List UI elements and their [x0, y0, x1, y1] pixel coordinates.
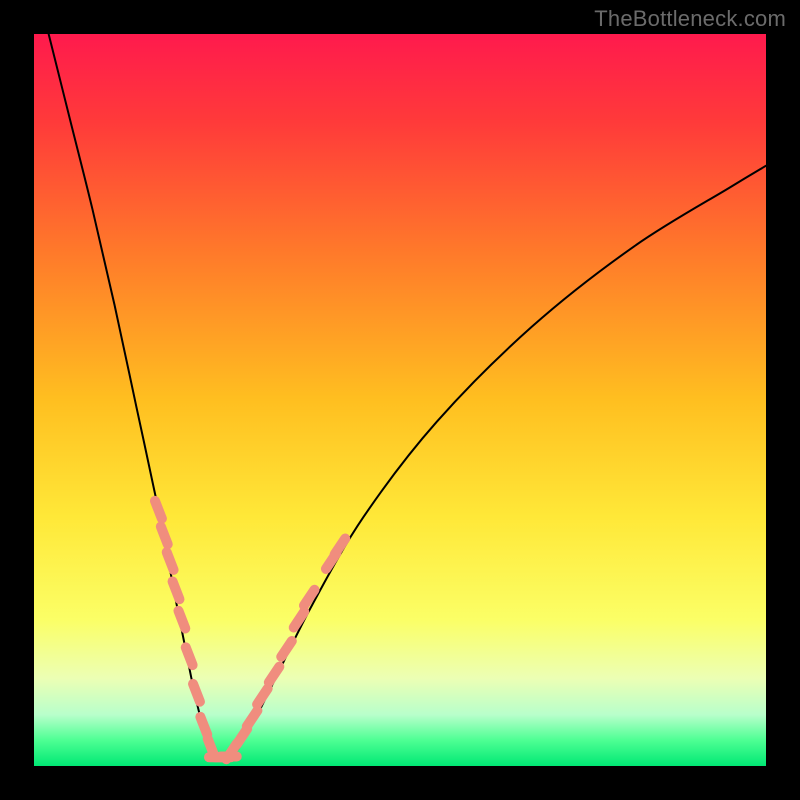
curve-marker	[237, 729, 248, 745]
watermark-text: TheBottleneck.com	[594, 6, 786, 32]
marker-cluster-right	[226, 538, 345, 759]
curve-marker	[186, 647, 193, 665]
marker-cluster-left	[155, 501, 215, 757]
curve-marker	[257, 689, 268, 705]
curve-marker	[269, 667, 280, 683]
curve-layer	[34, 34, 766, 766]
bottleneck-curve	[49, 34, 766, 760]
plot-area	[34, 34, 766, 766]
curve-marker	[161, 527, 168, 545]
curve-marker	[167, 552, 174, 570]
curve-marker	[335, 538, 346, 554]
curve-marker	[178, 611, 185, 629]
curve-marker	[193, 684, 200, 702]
curve-marker	[155, 501, 162, 519]
curve-marker	[247, 711, 258, 727]
curve-marker	[281, 641, 292, 657]
curve-marker	[200, 717, 207, 735]
marker-cluster-bottom	[209, 756, 237, 757]
chart-root: TheBottleneck.com	[0, 0, 800, 800]
curve-marker	[173, 581, 180, 599]
